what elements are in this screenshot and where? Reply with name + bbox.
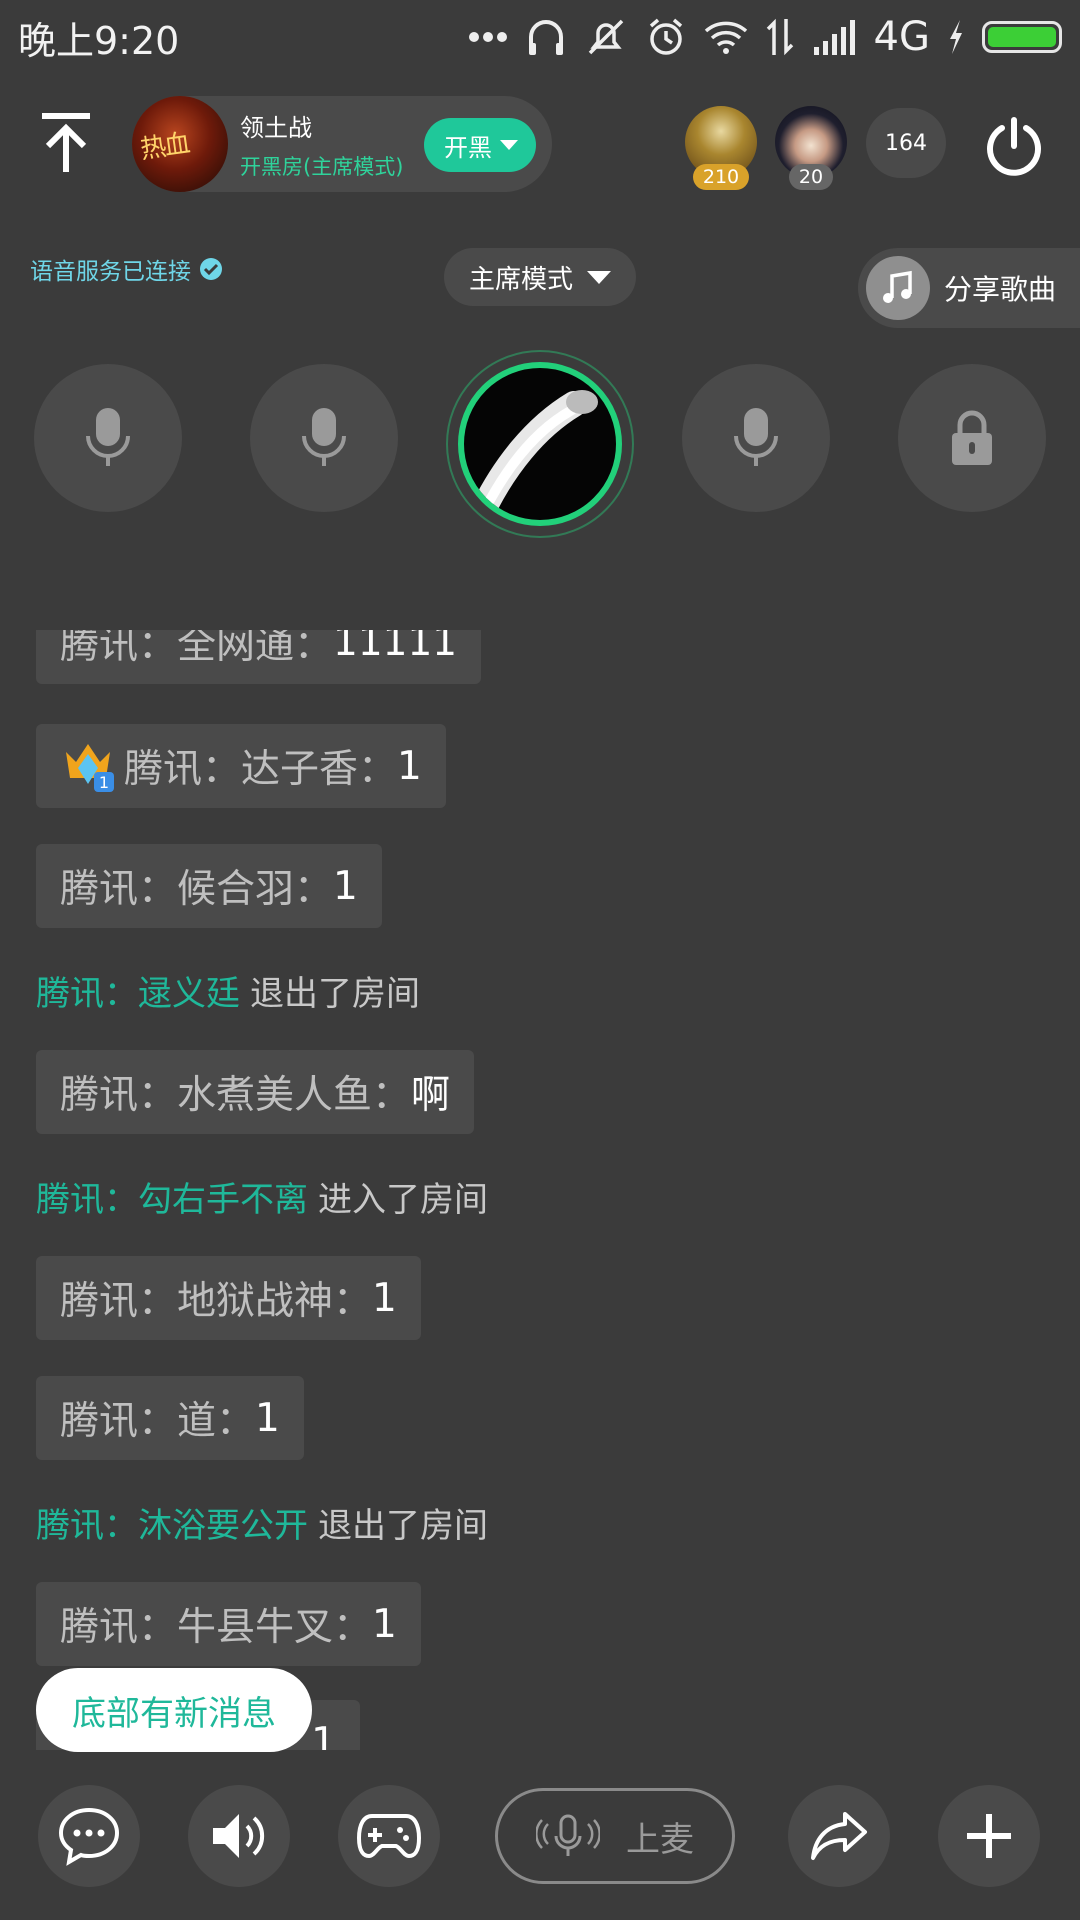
- chat-message: 腾讯：牛县牛叉： 1: [36, 1582, 421, 1666]
- seat-1[interactable]: [34, 364, 182, 512]
- message-sender: 腾讯：全网通：: [60, 630, 334, 668]
- system-message: 腾讯：沐浴要公开 退出了房间: [36, 1498, 488, 1547]
- battery-fill: [988, 27, 1056, 47]
- wifi-icon: [704, 15, 748, 59]
- message-sender: 腾讯：地狱战神：: [60, 1279, 373, 1324]
- chat-message: 腾讯：全网通： 11111: [36, 630, 482, 684]
- system-message: 腾讯：逯义廷 退出了房间: [36, 966, 420, 1015]
- crown-badge-icon: 1: [60, 738, 116, 794]
- message-content: 1: [397, 743, 422, 789]
- message-content: 1: [372, 1275, 397, 1321]
- message-content: 1: [311, 1719, 336, 1751]
- online-count[interactable]: 164: [866, 108, 946, 178]
- volume-button[interactable]: [188, 1785, 290, 1887]
- viewer-level-badge: 20: [789, 164, 833, 190]
- more-dots-icon: [468, 15, 508, 59]
- system-message: 腾讯：勾右手不离 进入了房间: [36, 1172, 488, 1221]
- status-time: 晚上9:20: [18, 18, 180, 63]
- more-button[interactable]: [938, 1785, 1040, 1887]
- host-avatar-image: [471, 390, 598, 520]
- chevron-down-icon: [500, 140, 518, 150]
- exit-room-button[interactable]: [984, 116, 1044, 176]
- viewer-level-badge: 210: [693, 164, 749, 190]
- network-type: 4G: [873, 14, 930, 60]
- room-name: 领土战: [240, 113, 312, 142]
- system-user[interactable]: 腾讯：沐浴要公开: [36, 1498, 308, 1547]
- voice-status-text: 语音服务已连接: [30, 259, 191, 285]
- message-sender: 腾讯：候合羽：: [60, 867, 334, 912]
- game-button[interactable]: [338, 1785, 440, 1887]
- check-badge-icon: [200, 258, 222, 280]
- alarm-icon: [646, 15, 686, 59]
- chat-message: 腾讯：水煮美人鱼： 啊: [36, 1050, 475, 1134]
- room-avatar: 热血: [132, 96, 228, 192]
- message-content: 11111: [333, 630, 458, 665]
- crown-level: 1: [99, 773, 109, 792]
- share-song-button[interactable]: 分享歌曲: [858, 248, 1080, 328]
- chevron-down-icon: [587, 270, 611, 284]
- chat-icon: [58, 1807, 120, 1866]
- share-button[interactable]: [788, 1785, 890, 1887]
- mic-up-label: 上麦: [626, 1819, 694, 1860]
- status-bar: 晚上9:20 4G: [0, 0, 1080, 74]
- kaihei-label: 开黑: [444, 133, 492, 162]
- gamepad-icon: [356, 1814, 422, 1859]
- host-seat[interactable]: [446, 350, 634, 538]
- message-sender: 腾讯：达子香：: [124, 747, 398, 792]
- mic-waves-icon: [536, 1814, 600, 1856]
- system-user[interactable]: 腾讯：勾右手不离: [36, 1172, 308, 1221]
- chat-message: 腾讯：地狱战神： 1: [36, 1256, 421, 1340]
- mic-icon: [86, 408, 130, 466]
- voice-status: 语音服务已连接: [30, 252, 223, 286]
- mic-icon: [302, 408, 346, 466]
- mute-icon: [584, 15, 628, 59]
- new-message-toast[interactable]: 底部有新消息: [36, 1668, 312, 1752]
- message-content: 1: [372, 1601, 397, 1647]
- message-content: 啊: [411, 1073, 451, 1118]
- system-action: 进入了房间: [318, 1179, 488, 1220]
- chat-list[interactable]: 腾讯：全网通： 11111 1 腾讯：达子香： 1 腾讯：候合羽： 1 腾讯：逯…: [36, 630, 1036, 1750]
- speaker-icon: [213, 1814, 265, 1858]
- system-user[interactable]: 腾讯：逯义廷: [36, 966, 240, 1015]
- message-content: 1: [255, 1395, 280, 1441]
- headphones-icon: [526, 15, 566, 59]
- music-note-icon: [866, 256, 930, 320]
- seat-5-locked[interactable]: [898, 364, 1046, 512]
- battery-icon: [982, 21, 1062, 53]
- signal-icon: [812, 15, 856, 59]
- chat-button[interactable]: [38, 1785, 140, 1887]
- chat-message: 腾讯：候合羽： 1: [36, 844, 382, 928]
- message-sender: 腾讯：牛县牛叉：: [60, 1605, 373, 1650]
- plus-icon: [967, 1814, 1011, 1858]
- minimize-room-button[interactable]: [36, 112, 96, 176]
- share-song-label: 分享歌曲: [944, 273, 1057, 306]
- mode-label: 主席模式: [468, 264, 573, 295]
- arrow-up-bar-icon: [42, 113, 90, 172]
- chat-message: 腾讯：道： 1: [36, 1376, 304, 1460]
- lock-icon: [952, 410, 992, 465]
- seat-4[interactable]: [682, 364, 830, 512]
- charging-icon: [948, 15, 964, 59]
- seat-2[interactable]: [250, 364, 398, 512]
- kaihei-dropdown-button[interactable]: 开黑: [424, 118, 536, 172]
- room-subtitle: 开黑房(主席模式): [240, 154, 404, 179]
- share-icon: [811, 1812, 867, 1860]
- system-action: 退出了房间: [318, 1505, 488, 1546]
- system-action: 退出了房间: [250, 973, 420, 1014]
- host-avatar: [458, 362, 622, 526]
- message-sender: 腾讯：道：: [60, 1399, 256, 1444]
- mic-up-button[interactable]: 上麦: [495, 1788, 735, 1884]
- room-info-card[interactable]: 热血 领土战 开黑房(主席模式) 开黑: [132, 96, 552, 192]
- room-logo-art: 热血: [138, 128, 191, 166]
- message-sender: 腾讯：水煮美人鱼：: [60, 1073, 412, 1118]
- message-content: 1: [333, 863, 358, 909]
- mode-dropdown-button[interactable]: 主席模式: [444, 248, 636, 306]
- chat-message: 1 腾讯：达子香： 1: [36, 724, 446, 808]
- data-transfer-icon: [766, 15, 794, 59]
- room-info: 领土战 开黑房(主席模式): [240, 108, 403, 181]
- power-icon: [987, 117, 1041, 176]
- mic-icon: [734, 408, 778, 466]
- status-icons: 4G: [468, 14, 1062, 60]
